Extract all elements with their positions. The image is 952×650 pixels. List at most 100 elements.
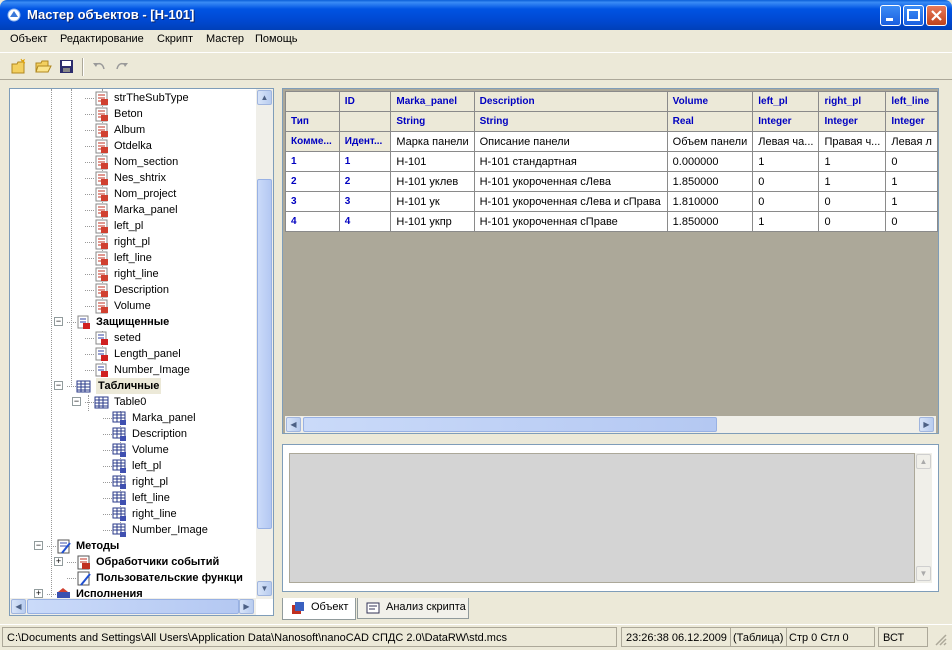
table-cell[interactable]: 0.000000 [666, 151, 754, 172]
column-header-name[interactable]: Marka_panel [390, 91, 475, 112]
table-cell[interactable]: 0 [885, 211, 938, 232]
menu-script[interactable]: Скрипт [157, 33, 193, 45]
column-header-name[interactable]: Description [473, 91, 668, 112]
column-comment-cell[interactable]: Объем панели [666, 131, 754, 152]
scroll-up-button[interactable]: ▲ [257, 90, 272, 105]
scroll-left-button[interactable]: ◀ [286, 417, 301, 432]
table-cell[interactable]: H-101 укороченная сПраве [473, 211, 668, 232]
tree-horizontal-scrollbar[interactable]: ◀ ▶ [10, 598, 256, 615]
table-cell[interactable]: H-101 [390, 151, 475, 172]
properties-table[interactable]: ID Marka_panel Description Volume left_pl rig… [285, 91, 938, 232]
scroll-right-button[interactable]: ▶ [239, 599, 254, 614]
table-cell[interactable]: 4 [338, 211, 392, 232]
table-cell[interactable]: H-101 ук [390, 191, 475, 212]
expand-toggle-icon[interactable]: + [34, 589, 43, 598]
row-number-cell[interactable]: 1 [285, 151, 340, 172]
column-header-type[interactable]: Real [666, 111, 754, 132]
menu-object[interactable]: Объект [10, 33, 47, 45]
menu-wizard[interactable]: Мастер [206, 33, 244, 45]
tab-script-analysis[interactable]: Анализ скрипта [357, 598, 469, 619]
table-cell[interactable]: 1 [818, 151, 887, 172]
scroll-thumb[interactable] [257, 179, 272, 529]
table-cell[interactable]: H-101 укороченная сЛева [473, 171, 668, 192]
table-cell[interactable]: H-101 укороченная сЛева и сПрава [473, 191, 668, 212]
column-header-name[interactable]: left_line [885, 91, 938, 112]
column-comment-cell[interactable]: Описание панели [473, 131, 668, 152]
row-label-type[interactable]: Тип [285, 111, 340, 132]
table-cell[interactable]: 1 [885, 191, 938, 212]
column-comment-cell[interactable]: Идент... [338, 131, 392, 152]
table-cell[interactable]: 0 [752, 191, 820, 212]
table-row[interactable]: 2 2 H-101 уклев H-101 укороченная сЛева 1.85… [285, 171, 938, 192]
scroll-right-button[interactable]: ▶ [919, 417, 934, 432]
table-cell[interactable]: 0 [752, 171, 820, 192]
table-cell[interactable]: 0 [818, 191, 887, 212]
column-header-type[interactable]: Integer [818, 111, 887, 132]
table-cell[interactable]: 1 [752, 151, 820, 172]
column-comment-cell[interactable]: Левая л [885, 131, 938, 152]
table-row[interactable]: 3 3 H-101 ук H-101 укороченная сЛева и сПра… [285, 191, 938, 212]
script-editor[interactable] [289, 453, 915, 583]
menu-edit[interactable]: Редактирование [60, 33, 144, 45]
column-header-name[interactable]: left_pl [752, 91, 820, 112]
scroll-thumb[interactable] [27, 599, 239, 614]
table-cell[interactable]: 1.810000 [666, 191, 754, 212]
table-cell[interactable]: 1.850000 [666, 211, 754, 232]
memo-vertical-scrollbar[interactable]: ▲ ▼ [915, 453, 932, 583]
table-cell[interactable]: 1 [338, 151, 392, 172]
table-cell[interactable]: 1 [885, 171, 938, 192]
table-cell[interactable]: 2 [338, 171, 392, 192]
object-tree[interactable]: strTheSubType Beton Album Otdelka Nom_sectio… [9, 88, 274, 616]
collapse-toggle-icon[interactable]: − [72, 397, 81, 406]
scroll-down-button[interactable]: ▼ [916, 566, 931, 581]
minimize-button[interactable] [880, 5, 901, 26]
column-header-type[interactable]: String [390, 111, 475, 132]
row-number-cell[interactable]: 3 [285, 191, 340, 212]
scroll-left-button[interactable]: ◀ [11, 599, 26, 614]
row-number-cell[interactable]: 2 [285, 171, 340, 192]
column-header-type[interactable]: Integer [885, 111, 938, 132]
column-header-type[interactable] [338, 111, 392, 132]
column-comment-cell[interactable]: Марка панели [390, 131, 475, 152]
grid-horizontal-scrollbar[interactable]: ◀ ▶ [285, 416, 936, 433]
table-row[interactable]: 1 1 H-101 H-101 стандартная 0.000000 1 1 0 [285, 151, 938, 172]
table-cell[interactable]: 1.850000 [666, 171, 754, 192]
table-cell[interactable]: 0 [818, 211, 887, 232]
resize-grip-icon[interactable] [934, 633, 948, 647]
column-comment-cell[interactable]: Левая ча... [752, 131, 820, 152]
table-cell[interactable]: 3 [338, 191, 392, 212]
column-header-type[interactable]: String [473, 111, 668, 132]
table-cell[interactable]: 1 [818, 171, 887, 192]
tree-vertical-scrollbar[interactable]: ▲ ▼ [256, 89, 273, 599]
row-number-cell[interactable]: 4 [285, 211, 340, 232]
corner-cell[interactable] [285, 91, 340, 112]
column-header-name[interactable]: Volume [666, 91, 754, 112]
scroll-up-button[interactable]: ▲ [916, 454, 931, 469]
table-row[interactable]: 4 4 H-101 укпр H-101 укороченная сПраве 1.85… [285, 211, 938, 232]
scroll-thumb[interactable] [303, 417, 717, 432]
column-header-name[interactable]: right_pl [818, 91, 887, 112]
save-button[interactable] [58, 58, 76, 76]
collapse-toggle-icon[interactable]: − [54, 381, 63, 390]
menu-help[interactable]: Помощь [255, 33, 298, 45]
table-cell[interactable]: 0 [885, 151, 938, 172]
scroll-down-button[interactable]: ▼ [257, 581, 272, 596]
row-label-comment[interactable]: Комме... [285, 131, 340, 152]
new-button[interactable] [10, 58, 28, 76]
collapse-toggle-icon[interactable]: − [54, 317, 63, 326]
close-button[interactable] [926, 5, 947, 26]
redo-button[interactable] [113, 58, 131, 76]
table-cell[interactable]: H-101 стандартная [473, 151, 668, 172]
column-comment-cell[interactable]: Правая ч... [818, 131, 887, 152]
table-cell[interactable]: H-101 уклев [390, 171, 475, 192]
table-cell[interactable]: H-101 укпр [390, 211, 475, 232]
table-cell[interactable]: 1 [752, 211, 820, 232]
collapse-toggle-icon[interactable]: − [34, 541, 43, 550]
column-header-name[interactable]: ID [338, 91, 392, 112]
undo-button[interactable] [90, 58, 108, 76]
open-button[interactable] [35, 58, 53, 76]
maximize-button[interactable] [903, 5, 924, 26]
tab-object[interactable]: Объект [282, 598, 356, 620]
table-grid-panel[interactable]: ID Marka_panel Description Volume left_pl rig… [282, 88, 939, 434]
column-header-type[interactable]: Integer [752, 111, 820, 132]
